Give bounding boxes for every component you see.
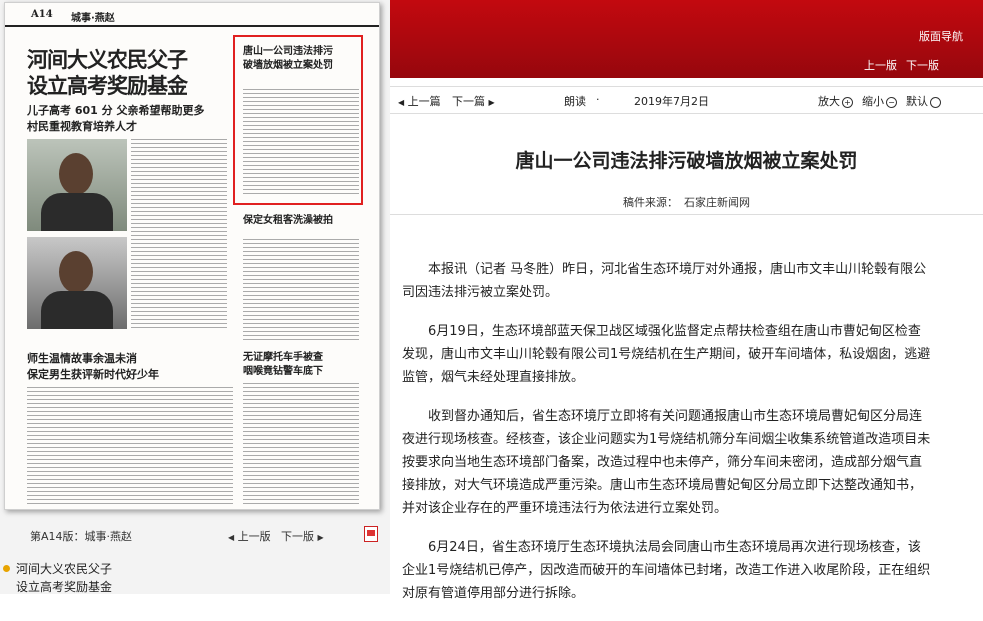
triangle-left-icon: ◀ bbox=[228, 533, 235, 542]
paper-header: A14 城事·燕赵 bbox=[5, 3, 379, 27]
source-value: 石家庄新闻网 bbox=[684, 196, 750, 209]
circle-icon bbox=[930, 96, 941, 108]
plus-circle-icon: + bbox=[842, 96, 853, 108]
paper-headline-line: 河间大义农民父子 bbox=[27, 48, 188, 72]
paper-headline-2-line: 师生温情故事余温未消 bbox=[27, 352, 137, 365]
article-paragraph: 收到督办通知后，省生态环境厅立即将有关问题通报唐山市生态环境局曹妃甸区分局连夜进… bbox=[402, 409, 931, 516]
paper-text-block bbox=[243, 239, 359, 343]
paper-headline-2[interactable]: 师生温情故事余温未消 保定男生获评新时代好少年 bbox=[27, 351, 159, 383]
paper-side-title-3-line: 无证摩托车手被查 bbox=[243, 352, 323, 363]
paper-page-number: A14 bbox=[31, 9, 53, 20]
next-article-label: 下一篇 bbox=[452, 95, 485, 108]
source-label: 稿件来源： bbox=[623, 196, 678, 209]
paper-subheadline-line: 儿子高考 601 分 父亲希望帮助更多 bbox=[27, 104, 205, 117]
list-item-label: 设立高考奖励基金 bbox=[16, 580, 113, 594]
dot-separator: · bbox=[596, 93, 600, 106]
left-next-page-link[interactable]: 下一版 ▶ bbox=[281, 528, 324, 544]
article-source: 稿件来源： 石家庄新闻网 bbox=[390, 194, 983, 210]
list-item[interactable]: 河间大义农民父子 bbox=[0, 560, 390, 578]
paper-side-title-3-line: 咽喉竟钻警车底下 bbox=[243, 366, 323, 377]
paper-headline-2-line: 保定男生获评新时代好少年 bbox=[27, 368, 159, 381]
triangle-right-icon: ▶ bbox=[317, 533, 324, 542]
paper-side-title-3[interactable]: 无证摩托车手被查 咽喉竟钻警车底下 bbox=[243, 351, 323, 379]
article-paragraph: 6月24日，省生态环境厅生态环境执法局会同唐山市生态环境局再次进行现场核查，该企… bbox=[402, 540, 931, 601]
left-next-page-label: 下一版 bbox=[281, 530, 314, 543]
article-paragraph: 6月19日，生态环境部蓝天保卫战区域强化监督定点帮扶检查组在唐山市曹妃甸区检查发… bbox=[402, 324, 931, 385]
topbar-prev-page-link[interactable]: 上一版 bbox=[864, 57, 897, 73]
paper-text-block bbox=[131, 139, 227, 329]
paper-subheadline: 儿子高考 601 分 父亲希望帮助更多 村民重视教育培养人才 bbox=[27, 103, 204, 135]
bullet-icon bbox=[3, 565, 10, 572]
issue-date: 2019年7月2日 bbox=[634, 95, 709, 108]
paper-photo-father bbox=[27, 139, 127, 231]
paper-headline[interactable]: 河间大义农民父子 设立高考奖励基金 bbox=[27, 47, 188, 99]
article-title: 唐山一公司违法排污破墙放烟被立案处罚 bbox=[515, 150, 858, 172]
paper-subheadline-line: 村民重视教育培养人才 bbox=[27, 120, 137, 133]
paper-photo-son bbox=[27, 237, 127, 329]
paper-section-name: 城事·燕赵 bbox=[71, 13, 115, 24]
default-size-label: 默认 bbox=[906, 95, 928, 108]
paper-side-title-2[interactable]: 保定女租客洗澡被拍 bbox=[243, 211, 333, 226]
left-panel: A14 城事·燕赵 河间大义农民父子 设立高考奖励基金 儿子高考 601 分 父… bbox=[0, 0, 390, 594]
article-body: 本报讯（记者 马冬胜）昨日，河北省生态环境厅对外通报，唐山市文丰山川轮毂有限公司… bbox=[402, 258, 932, 621]
read-aloud-button[interactable]: 朗读 bbox=[564, 93, 586, 109]
left-prev-page-link[interactable]: ◀ 上一版 bbox=[228, 528, 271, 544]
zoom-out-label: 缩小 bbox=[862, 95, 884, 108]
right-panel: 版面导航 上一版 下一版 ◀ 上一篇 下一篇 ▶ 朗读 · 2019年7月2日 … bbox=[390, 0, 983, 601]
article-list: 河间大义农民父子 设立高考奖励基金 bbox=[0, 560, 390, 596]
left-prev-page-label: 上一版 bbox=[237, 530, 271, 543]
article-paragraph: 本报讯（记者 马冬胜）昨日，河北省生态环境厅对外通报，唐山市文丰山川轮毂有限公司… bbox=[402, 262, 927, 300]
article-toolbar: ◀ 上一篇 下一篇 ▶ 朗读 · 2019年7月2日 放大 + 缩小 − 默认 bbox=[390, 86, 983, 114]
newspaper-page-thumbnail[interactable]: A14 城事·燕赵 河间大义农民父子 设立高考奖励基金 儿子高考 601 分 父… bbox=[4, 2, 380, 510]
selected-article-highlight[interactable] bbox=[233, 35, 363, 205]
triangle-left-icon: ◀ bbox=[398, 98, 405, 107]
paper-headline-line: 设立高考奖励基金 bbox=[27, 74, 188, 98]
prev-article-link[interactable]: ◀ 上一篇 bbox=[398, 93, 441, 109]
paper-text-block bbox=[243, 383, 359, 507]
minus-circle-icon: − bbox=[886, 96, 897, 108]
divider bbox=[390, 214, 983, 215]
default-size-button[interactable]: 默认 bbox=[906, 93, 941, 109]
list-item[interactable]: 设立高考奖励基金 bbox=[0, 578, 390, 596]
paper-text-block bbox=[27, 387, 233, 507]
prev-article-label: 上一篇 bbox=[407, 95, 441, 108]
next-article-link[interactable]: 下一篇 ▶ bbox=[452, 93, 495, 109]
page-nav-link[interactable]: 版面导航 bbox=[919, 28, 963, 44]
pdf-icon[interactable] bbox=[364, 526, 378, 542]
top-banner: 版面导航 上一版 下一版 bbox=[390, 0, 983, 78]
page-label: 第A14版：城事·燕赵 bbox=[30, 530, 133, 543]
topbar-next-page-link[interactable]: 下一版 bbox=[906, 57, 939, 73]
zoom-in-label: 放大 bbox=[818, 95, 840, 108]
triangle-right-icon: ▶ bbox=[488, 98, 495, 107]
list-item-label: 河间大义农民父子 bbox=[16, 562, 113, 576]
zoom-in-button[interactable]: 放大 + bbox=[818, 93, 853, 109]
zoom-out-button[interactable]: 缩小 − bbox=[862, 93, 897, 109]
